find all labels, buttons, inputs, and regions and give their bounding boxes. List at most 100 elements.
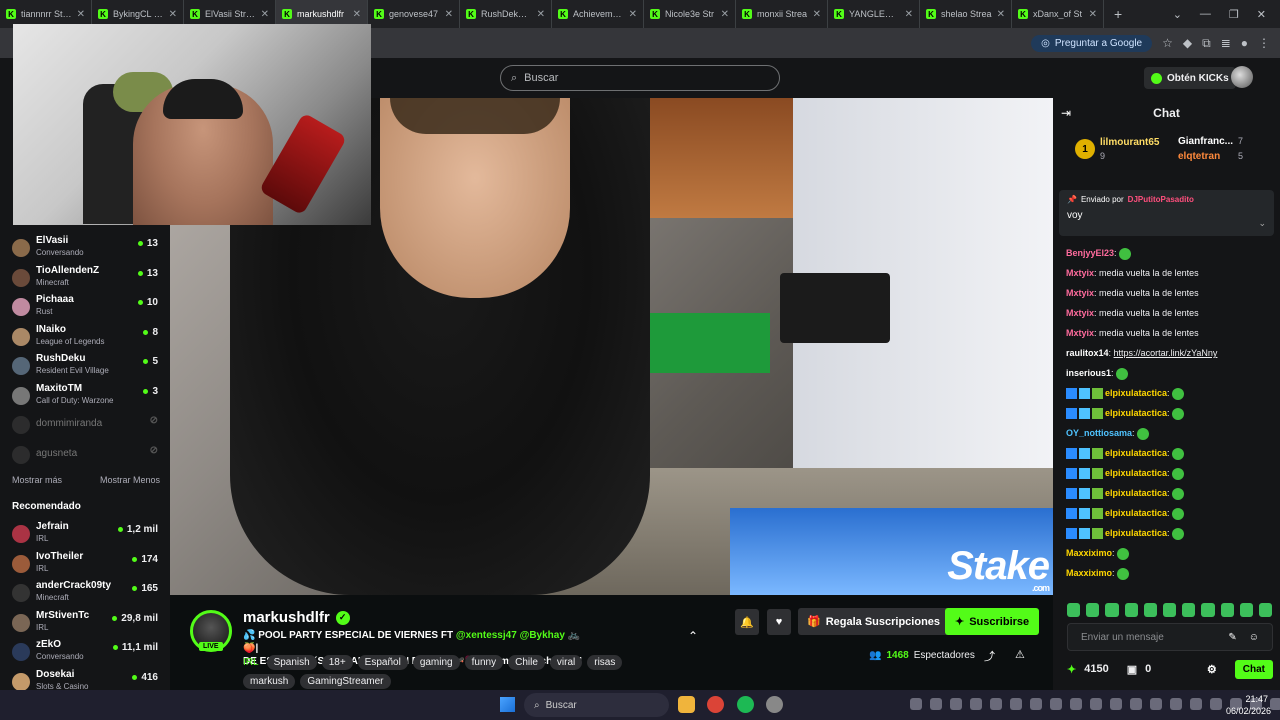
tray-icon[interactable] bbox=[1190, 698, 1202, 710]
tray-icon[interactable] bbox=[910, 698, 922, 710]
channel-name[interactable]: markushdlfr ✓ bbox=[243, 609, 350, 626]
tray-icon[interactable] bbox=[1150, 698, 1162, 710]
stream-tag[interactable]: Chile bbox=[508, 655, 545, 670]
minimize-icon[interactable]: — bbox=[1200, 8, 1211, 21]
chat-username[interactable]: elpixulatactica bbox=[1105, 468, 1167, 478]
pinned-message[interactable]: 📌 Enviado por DJPutitoPasadito voy ⌄ bbox=[1059, 190, 1274, 236]
close-tab-icon[interactable]: ✕ bbox=[169, 9, 177, 20]
close-tab-icon[interactable]: ✕ bbox=[537, 9, 545, 20]
close-tab-icon[interactable]: ✕ bbox=[353, 9, 361, 20]
stream-tag[interactable]: markush bbox=[243, 674, 296, 689]
close-tab-icon[interactable]: ✕ bbox=[813, 9, 821, 20]
chevron-down-icon[interactable]: ⌄ bbox=[1258, 218, 1266, 229]
stream-category[interactable]: IRL bbox=[243, 657, 259, 668]
browser-tab[interactable]: K Nicole3e Str ✕ bbox=[644, 0, 736, 28]
close-tab-icon[interactable]: ✕ bbox=[77, 9, 85, 20]
close-tab-icon[interactable]: ✕ bbox=[1089, 9, 1097, 20]
report-icon[interactable]: ⚠ bbox=[1015, 648, 1025, 661]
bookmark-star-icon[interactable]: ☆ bbox=[1162, 36, 1173, 50]
stream-tag[interactable]: gaming bbox=[412, 655, 460, 670]
get-kicks-button[interactable]: Obtén KICKs bbox=[1144, 67, 1236, 89]
tray-icon[interactable] bbox=[1050, 698, 1062, 710]
gift-subs-button[interactable]: 🎁 Regala Suscripciones bbox=[798, 608, 950, 635]
taskbar-clock[interactable]: 21:47 06/02/2026 bbox=[1226, 693, 1271, 717]
taskbar-search[interactable]: ⌕ Buscar bbox=[524, 693, 669, 717]
chevron-up-icon[interactable]: ⌃ bbox=[688, 629, 698, 643]
tray-icon[interactable] bbox=[990, 698, 1002, 710]
sidebar-channel[interactable]: RushDeku Resident Evil Village 5 bbox=[0, 351, 170, 379]
puzzle-icon[interactable]: ⧉ bbox=[1202, 36, 1211, 51]
stream-tag[interactable]: Spanish bbox=[266, 655, 317, 670]
close-window-icon[interactable]: ✕ bbox=[1257, 8, 1266, 21]
chat-username[interactable]: BenjyyEl23 bbox=[1066, 248, 1114, 258]
tray-icon[interactable] bbox=[1270, 698, 1280, 710]
emote-icon[interactable] bbox=[1086, 603, 1100, 617]
leader-third-name[interactable]: elqtetran bbox=[1178, 151, 1220, 162]
extension-icon[interactable]: ◆ bbox=[1183, 36, 1192, 50]
show-more-link[interactable]: Mostrar más bbox=[12, 475, 62, 485]
stream-tag[interactable]: 18+ bbox=[321, 655, 353, 670]
chat-username[interactable]: elpixulatactica bbox=[1105, 408, 1167, 418]
chat-username[interactable]: inserious1 bbox=[1066, 368, 1111, 378]
emote-icon[interactable] bbox=[1162, 603, 1177, 617]
recommended-channel[interactable]: MrStivenTc IRL 29,8 mil bbox=[0, 608, 170, 636]
chat-username[interactable]: OY_nottiosama bbox=[1066, 428, 1132, 438]
emote-icon[interactable] bbox=[1124, 603, 1138, 617]
chat-input[interactable]: Enviar un mensaje ✎ ☺ bbox=[1067, 623, 1273, 651]
user-avatar[interactable] bbox=[1231, 66, 1253, 88]
chat-username[interactable]: elpixulatactica bbox=[1105, 508, 1167, 518]
sidebar-channel[interactable]: TioAllendenZ Minecraft 13 bbox=[0, 263, 170, 291]
close-tab-icon[interactable]: ✕ bbox=[445, 9, 453, 20]
sidebar-channel[interactable]: MaxitoTM Call of Duty: Warzone 3 bbox=[0, 381, 170, 409]
sidebar-channel-offline[interactable]: agusneta ⊘ bbox=[0, 440, 170, 468]
tray-icon[interactable] bbox=[1170, 698, 1182, 710]
tray-icon[interactable] bbox=[1210, 698, 1222, 710]
sidebar-channel[interactable]: ElVasii Conversando 13 bbox=[0, 233, 170, 261]
close-tab-icon[interactable]: ✕ bbox=[997, 9, 1005, 20]
menu-icon[interactable]: ⋮ bbox=[1258, 36, 1270, 50]
windows-start-icon[interactable] bbox=[500, 697, 515, 712]
stream-tag[interactable]: GamingStreamer bbox=[300, 674, 391, 689]
tray-icon[interactable] bbox=[1030, 698, 1042, 710]
chat-username[interactable]: raulitox14 bbox=[1066, 348, 1109, 358]
app-icon[interactable] bbox=[766, 696, 783, 713]
emote-icon[interactable] bbox=[1258, 603, 1273, 617]
stream-tag[interactable]: viral bbox=[549, 655, 583, 670]
search-input[interactable]: ⌕ Buscar bbox=[500, 65, 780, 91]
pinned-user[interactable]: DJPutitoPasadito bbox=[1128, 195, 1194, 204]
close-tab-icon[interactable]: ✕ bbox=[721, 9, 729, 20]
chat-username[interactable]: elpixulatactica bbox=[1105, 448, 1167, 458]
sidebar-channel-offline[interactable]: dommimiranda ⊘ bbox=[0, 410, 170, 438]
chat-username[interactable]: Mxtyix bbox=[1066, 288, 1094, 298]
recommended-channel[interactable]: anderCrack09ty Minecraft 165 bbox=[0, 578, 170, 606]
file-explorer-icon[interactable] bbox=[678, 696, 695, 713]
tray-icon[interactable] bbox=[1130, 698, 1142, 710]
tray-icon[interactable] bbox=[1070, 698, 1082, 710]
send-chat-button[interactable]: Chat bbox=[1234, 659, 1273, 679]
browser-tab[interactable]: Kgenovese47 ✕ bbox=[368, 0, 460, 28]
maximize-icon[interactable]: ❐ bbox=[1229, 8, 1239, 21]
chat-username[interactable]: elpixulatactica bbox=[1105, 488, 1167, 498]
tray-icon[interactable] bbox=[950, 698, 962, 710]
settings-gear-icon[interactable]: ⚙ bbox=[1207, 663, 1217, 676]
close-tab-icon[interactable]: ✕ bbox=[905, 9, 913, 20]
share-icon[interactable]: ⤴ bbox=[984, 648, 995, 664]
emote-icon[interactable] bbox=[1239, 603, 1253, 617]
browser-tab[interactable]: K RushDeku St ✕ bbox=[460, 0, 552, 28]
chrome-icon[interactable] bbox=[707, 696, 724, 713]
leader-first-name[interactable]: lilmourant65 bbox=[1100, 137, 1159, 148]
spotify-icon[interactable] bbox=[737, 696, 754, 713]
show-less-link[interactable]: Mostrar Menos bbox=[100, 475, 160, 485]
new-tab-icon[interactable]: + bbox=[1104, 6, 1132, 22]
emote-icon[interactable] bbox=[1105, 603, 1119, 617]
notification-bell-button[interactable]: 🔔 bbox=[735, 609, 759, 635]
recommended-channel[interactable]: IvoTheiler IRL 174 bbox=[0, 549, 170, 577]
stream-tag[interactable]: Español bbox=[357, 655, 408, 670]
chat-username[interactable]: elpixulatactica bbox=[1105, 528, 1167, 538]
tray-icon[interactable] bbox=[930, 698, 942, 710]
tray-icon[interactable] bbox=[1090, 698, 1102, 710]
sidebar-channel[interactable]: Pichaaa Rust 10 bbox=[0, 292, 170, 320]
close-tab-icon[interactable]: ✕ bbox=[261, 9, 269, 20]
translate-icon[interactable]: ✎ bbox=[1228, 632, 1236, 643]
stream-tag[interactable]: funny bbox=[464, 655, 504, 670]
